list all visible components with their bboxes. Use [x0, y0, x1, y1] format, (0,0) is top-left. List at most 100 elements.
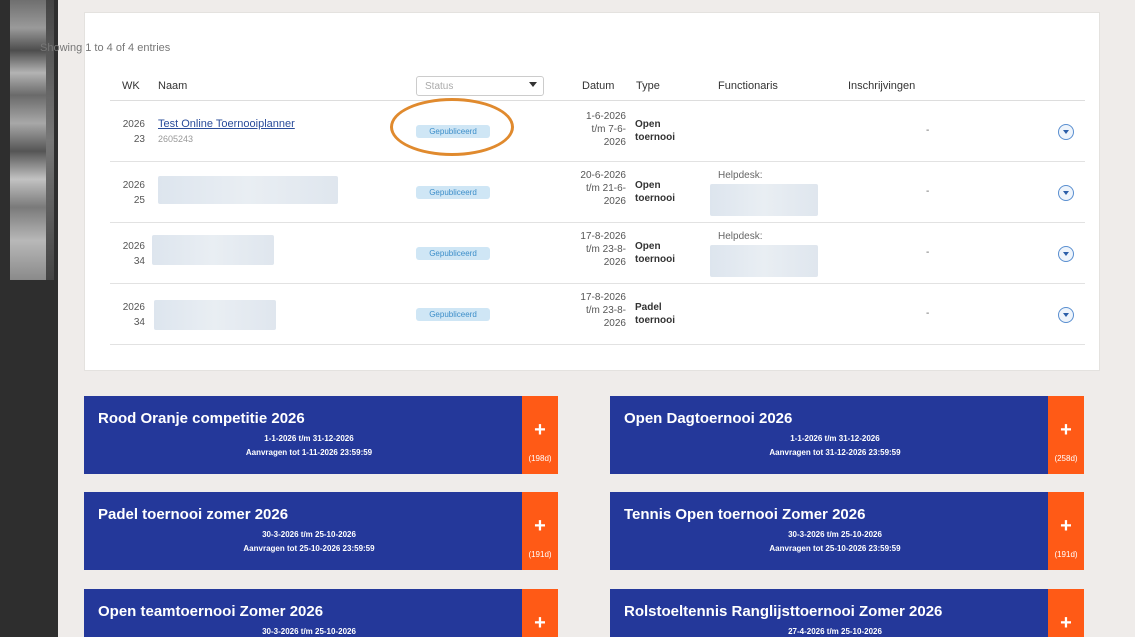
table-row: 2026 34 Gepubliceerd 17-8-2026 t/m 23-8-…: [110, 223, 1085, 284]
competition-card[interactable]: Rolstoeltennis Ranglijsttoernooi Zomer 2…: [610, 589, 1084, 637]
type-line-1: Padel: [635, 302, 662, 313]
header-wk: WK: [122, 80, 140, 92]
row-datum: 1-6-2026 t/m 7-6- 2026: [530, 110, 626, 149]
row-weeknum: 23: [133, 134, 145, 145]
type-line-2: toernooi: [635, 193, 675, 204]
add-entry-button[interactable]: +: [1048, 589, 1084, 637]
plus-icon: +: [1060, 515, 1072, 537]
chevron-down-icon: [529, 82, 537, 87]
sidebar: [0, 0, 58, 637]
competition-period: 1-1-2026 t/m 31-12-2026: [790, 434, 880, 443]
expand-toggle[interactable]: [1058, 307, 1074, 323]
datum-year: 2026: [603, 318, 626, 329]
type-line-2: toernooi: [635, 132, 675, 143]
row-inschrijvingen: -: [926, 186, 930, 197]
datum-year: 2026: [603, 257, 626, 268]
add-entry-button[interactable]: + (198d): [522, 396, 558, 474]
competition-deadline: Aanvragen tot 25-10-2026 23:59:59: [243, 544, 375, 553]
tournament-name-redacted[interactable]: [152, 235, 274, 265]
table-row: 2026 34 Gepubliceerd 17-8-2026 t/m 23-8-…: [110, 284, 1085, 345]
add-entry-button[interactable]: +: [522, 589, 558, 637]
competition-period: 1-1-2026 t/m 31-12-2026: [264, 434, 354, 443]
type-line-1: Open: [635, 119, 661, 130]
row-year: 2026: [122, 180, 145, 191]
status-badge: Gepubliceerd: [416, 247, 490, 260]
header-functionaris: Functionaris: [718, 80, 778, 92]
row-week: 2026 34: [110, 239, 145, 269]
plus-icon: +: [1060, 419, 1072, 441]
header-inschrijvingen: Inschrijvingen: [848, 80, 916, 92]
add-entry-button[interactable]: + (191d): [522, 492, 558, 570]
status-placeholder: Status: [425, 81, 454, 92]
table-row: 2026 25 Gepubliceerd 20-6-2026 t/m 21-6-…: [110, 162, 1085, 223]
competition-period: 27-4-2026 t/m 25-10-2026: [788, 627, 882, 636]
plus-icon: +: [534, 612, 546, 634]
datum-end: t/m 23-8-: [585, 305, 626, 316]
status-badge: Gepubliceerd: [416, 186, 490, 199]
competition-title: Rolstoeltennis Ranglijsttoernooi Zomer 2…: [624, 603, 943, 620]
tournament-name-redacted[interactable]: [158, 176, 338, 204]
competition-card[interactable]: Open teamtoernooi Zomer 2026 30-3-2026 t…: [84, 589, 558, 637]
row-type: Open toernooi: [635, 240, 675, 266]
row-datum: 17-8-2026 t/m 23-8- 2026: [530, 230, 626, 269]
type-line-2: toernooi: [635, 315, 675, 326]
row-weeknum: 34: [133, 256, 145, 267]
tournament-name-redacted[interactable]: [154, 300, 276, 330]
table-row: 2026 23 Test Online Toernooiplanner 2605…: [110, 101, 1085, 162]
datum-start: 17-8-2026: [580, 231, 626, 242]
type-line-1: Open: [635, 241, 661, 252]
row-datum: 20-6-2026 t/m 21-6- 2026: [530, 169, 626, 208]
row-week: 2026 25: [110, 178, 145, 208]
add-entry-button[interactable]: + (191d): [1048, 492, 1084, 570]
plus-icon: +: [1060, 612, 1072, 634]
competition-period: 30-3-2026 t/m 25-10-2026: [262, 530, 356, 539]
expand-toggle[interactable]: [1058, 185, 1074, 201]
competition-deadline: Aanvragen tot 31-12-2026 23:59:59: [769, 448, 901, 457]
chevron-down-icon: [1063, 313, 1069, 317]
datum-end: t/m 23-8-: [585, 244, 626, 255]
competition-title: Tennis Open toernooi Zomer 2026: [624, 506, 866, 523]
row-datum: 17-8-2026 t/m 23-8- 2026: [530, 291, 626, 330]
competition-deadline: Aanvragen tot 1-11-2026 23:59:59: [245, 448, 373, 457]
expand-toggle[interactable]: [1058, 124, 1074, 140]
type-line-1: Open: [635, 180, 661, 191]
chevron-down-icon: [1063, 191, 1069, 195]
days-remaining: (191d): [528, 550, 552, 559]
tournament-name-link[interactable]: Test Online Toernooiplanner: [158, 118, 295, 130]
functionaris-redacted: [710, 245, 818, 277]
datum-start: 20-6-2026: [580, 170, 626, 181]
header-datum: Datum: [582, 80, 615, 92]
row-inschrijvingen: -: [926, 308, 930, 319]
status-filter-select[interactable]: Status: [416, 76, 544, 96]
competition-title: Open Dagtoernooi 2026: [624, 410, 793, 427]
datum-end: t/m 21-6-: [585, 183, 626, 194]
row-inschrijvingen: -: [926, 247, 930, 258]
type-line-2: toernooi: [635, 254, 675, 265]
competition-period: 30-3-2026 t/m 25-10-2026: [788, 530, 882, 539]
row-week: 2026 34: [110, 300, 145, 330]
competition-card[interactable]: Tennis Open toernooi Zomer 2026 30-3-202…: [610, 492, 1084, 570]
annotation-circle: [390, 98, 514, 156]
functionaris-label: Helpdesk:: [718, 170, 763, 181]
functionaris-label: Helpdesk:: [718, 231, 763, 242]
row-type: Padel toernooi: [635, 301, 675, 327]
row-type: Open toernooi: [635, 118, 675, 144]
competition-title: Rood Oranje competitie 2026: [98, 410, 305, 427]
chevron-down-icon: [1063, 252, 1069, 256]
add-entry-button[interactable]: + (258d): [1048, 396, 1084, 474]
table-info: Showing 1 to 4 of 4 entries: [40, 42, 171, 54]
row-year: 2026: [122, 119, 145, 130]
row-weeknum: 34: [133, 317, 145, 328]
competition-card[interactable]: Padel toernooi zomer 2026 30-3-2026 t/m …: [84, 492, 558, 570]
row-type: Open toernooi: [635, 179, 675, 205]
competition-title: Open teamtoernooi Zomer 2026: [98, 603, 324, 620]
chevron-down-icon: [1063, 130, 1069, 134]
competition-card[interactable]: Open Dagtoernooi 2026 1-1-2026 t/m 31-12…: [610, 396, 1084, 474]
days-remaining: (198d): [528, 454, 552, 463]
functionaris-redacted: [710, 184, 818, 216]
plus-icon: +: [534, 515, 546, 537]
expand-toggle[interactable]: [1058, 246, 1074, 262]
competition-card[interactable]: Rood Oranje competitie 2026 1-1-2026 t/m…: [84, 396, 558, 474]
competition-deadline: Aanvragen tot 25-10-2026 23:59:59: [769, 544, 901, 553]
datum-year: 2026: [603, 137, 626, 148]
